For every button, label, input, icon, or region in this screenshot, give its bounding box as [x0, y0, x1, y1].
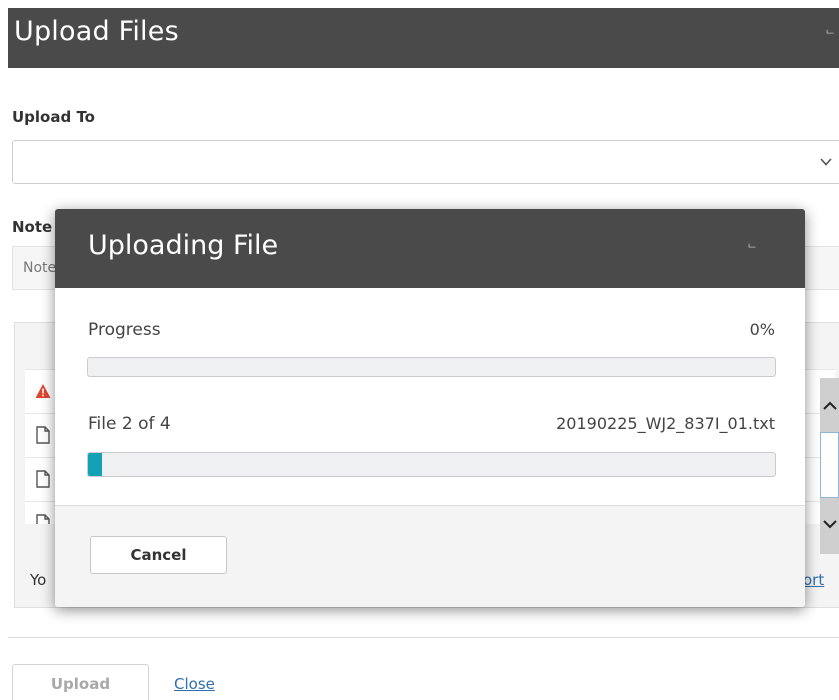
close-link[interactable]: Close: [174, 675, 215, 693]
upload-files-page: Upload Files ᄂ Upload To Note Note Yo or…: [0, 0, 839, 700]
progress-percent: 0%: [749, 320, 775, 339]
file-progress-fill: [88, 453, 102, 476]
chevron-down-icon[interactable]: [822, 516, 838, 532]
modal-title: Uploading File: [88, 230, 279, 261]
modal-footer: Cancel: [55, 505, 805, 607]
dialog-title: Upload Files: [14, 16, 179, 47]
maximize-icon[interactable]: ᄂ: [747, 240, 757, 256]
upload-files-header: Upload Files ᄂ: [8, 8, 839, 68]
file-count: File 2 of 4: [88, 414, 171, 434]
warning-icon: [35, 384, 51, 398]
scrollbar-thumb[interactable]: [820, 432, 839, 498]
note-label: Note: [12, 218, 53, 236]
document-icon: [36, 470, 50, 488]
overall-progress-bar: [87, 357, 776, 377]
file-list-footer-text: Yo: [30, 571, 47, 589]
progress-label: Progress: [88, 320, 161, 340]
cancel-button[interactable]: Cancel: [90, 536, 227, 574]
file-list-scrollbar[interactable]: [820, 378, 839, 554]
document-icon: [36, 514, 50, 524]
footer-divider: [8, 637, 839, 638]
upload-button[interactable]: Upload: [12, 664, 149, 700]
chevron-up-icon[interactable]: [822, 398, 838, 414]
uploading-file-modal: Uploading File ᄂ Progress 0% File 2 of 4…: [55, 209, 805, 607]
maximize-icon[interactable]: ᄂ: [825, 26, 839, 41]
upload-to-select[interactable]: [12, 140, 839, 184]
upload-to-label: Upload To: [12, 108, 95, 126]
file-progress-bar: [87, 452, 776, 477]
current-file-name: 20190225_WJ2_837I_01.txt: [556, 414, 775, 433]
file-list-footer-link[interactable]: ort: [803, 571, 824, 589]
chevron-down-icon: [820, 158, 832, 166]
document-icon: [36, 426, 50, 444]
modal-header: Uploading File ᄂ: [55, 209, 805, 288]
